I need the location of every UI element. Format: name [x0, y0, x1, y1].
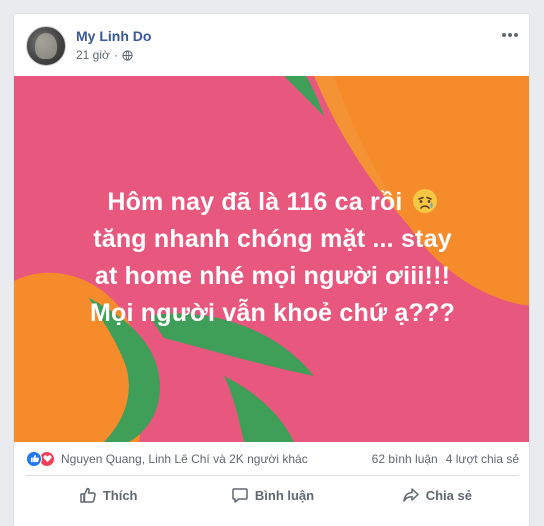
stats-counts: 62 bình luận 4 lượt chia sẻ [372, 452, 519, 466]
globe-icon[interactable] [122, 49, 133, 61]
comment-button[interactable]: Bình luận [190, 480, 354, 510]
comments-count[interactable]: 62 bình luận [372, 452, 438, 466]
comment-icon [232, 488, 248, 503]
post-text-line: Hôm nay đã là 116 ca rồi [107, 188, 403, 216]
like-label: Thích [102, 487, 138, 503]
post-text-line: Mọi người vẫn khoẻ chứ ạ??? [90, 299, 455, 327]
share-label: Chia sẻ [425, 487, 472, 503]
author-name[interactable]: My Linh Do [76, 28, 151, 44]
like-reaction-icon [26, 450, 42, 467]
post-card: My Linh Do 21 giờ · Hôm nay đã là 116 ca… [13, 13, 530, 526]
share-button[interactable]: Chia sẻ [355, 480, 519, 510]
post-image[interactable]: Hôm nay đã là 116 ca rồi tăng nhanh chón… [14, 76, 529, 442]
post-text-line: tăng nhanh chóng mặt ... stay [93, 225, 452, 253]
post-actions: Thích Bình luận Chia sẻ [26, 480, 519, 510]
post-text: Hôm nay đã là 116 ca rồi tăng nhanh chón… [14, 184, 529, 332]
comment-label: Bình luận [254, 487, 315, 503]
avatar[interactable] [26, 26, 66, 66]
share-arrow-icon [402, 488, 419, 502]
reaction-icons[interactable] [26, 450, 55, 467]
more-icon[interactable] [501, 30, 519, 40]
post-stats: Nguyen Quang, Linh Lê Chí và 2K người kh… [26, 442, 519, 476]
post-meta: 21 giờ · [76, 48, 133, 62]
post-time[interactable]: 21 giờ [76, 48, 110, 62]
thumbs-up-icon [80, 487, 96, 503]
disappointed-relieved-emoji-icon [412, 189, 437, 213]
post-text-line: at home nhé mọi người ơiii!!! [94, 262, 451, 290]
reactions-summary[interactable]: Nguyen Quang, Linh Lê Chí và 2K người kh… [61, 452, 308, 466]
shares-count[interactable]: 4 lượt chia sẻ [446, 452, 519, 466]
post-header: My Linh Do 21 giờ · [14, 14, 529, 76]
like-button[interactable]: Thích [26, 480, 190, 510]
